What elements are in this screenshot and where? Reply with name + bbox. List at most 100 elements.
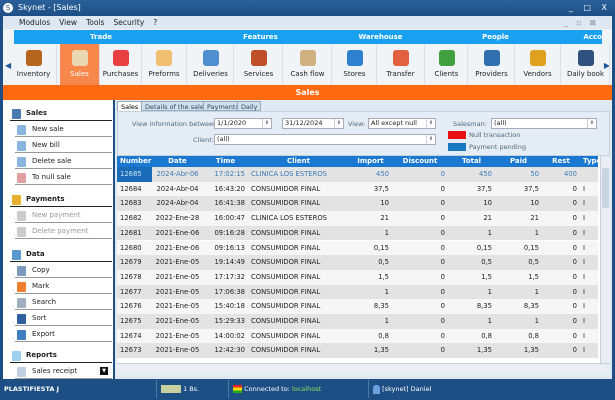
- table-row[interactable]: 12685 2024-Abr-06 17:02:15 CLINICA LOS ESTE…: [117, 167, 598, 182]
- view-select[interactable]: All except null ⬍: [368, 118, 436, 129]
- spinner-icon[interactable]: ⬍: [262, 119, 271, 128]
- date-to-field[interactable]: 31/12/2024 ⬍: [282, 118, 344, 129]
- spinner-icon[interactable]: ⬍: [426, 119, 435, 128]
- table-row[interactable]: 12673 2021-Ene-05 12:42:30 CONSUMIDOR FINAL…: [117, 343, 598, 359]
- cell-date: 2024-Abr-06: [156, 170, 199, 178]
- table-row[interactable]: 12677 2021-Ene-05 17:06:38 CONSUMIDOR FINAL…: [117, 284, 598, 300]
- menu-help[interactable]: ?: [153, 18, 157, 27]
- salesman-select[interactable]: (all) ⬍: [491, 118, 597, 129]
- menu-security[interactable]: Security: [113, 18, 144, 27]
- cell-client: CONSUMIDOR FINAL: [251, 302, 321, 311]
- export-button[interactable]: Export: [15, 327, 112, 342]
- cell-paid: 1,5: [528, 272, 539, 281]
- dropdown-icon[interactable]: ▼: [100, 367, 108, 375]
- table-header: Number Date Time Client Import Discount Total P…: [117, 156, 598, 167]
- mark-button[interactable]: Mark: [15, 279, 112, 294]
- column-header-paid[interactable]: Paid: [495, 156, 542, 167]
- scroll-thumb[interactable]: [602, 168, 609, 208]
- column-header-date[interactable]: Date: [152, 156, 203, 167]
- cell-type: [580, 167, 598, 182]
- column-header-number[interactable]: Number: [117, 156, 152, 167]
- ribbon-preforms[interactable]: Preforms: [142, 44, 187, 85]
- cell-import: 8,35: [373, 302, 389, 311]
- ribbon-services[interactable]: Services: [235, 44, 283, 85]
- cell-type: I: [583, 228, 586, 237]
- table-row[interactable]: 12678 2021-Ene-05 17:17:32 CONSUMIDOR FINAL…: [117, 269, 598, 285]
- copy-button[interactable]: Copy: [15, 263, 112, 278]
- table-row[interactable]: 12676 2021-Ene-05 15:40:18 CONSUMIDOR FINAL…: [117, 299, 598, 314]
- cell-import: 1: [384, 287, 389, 296]
- new-sale-button[interactable]: New sale: [15, 122, 112, 137]
- group-warehouse: Warehouse: [358, 33, 403, 41]
- cell-client: CONSUMIDOR FINAL: [251, 243, 321, 252]
- ribbon-daily-book[interactable]: Daily book: [562, 44, 610, 85]
- column-header-import[interactable]: Import: [349, 156, 392, 167]
- main-area: Sales Details of the sale Payments Daily…: [115, 100, 612, 379]
- tab-daily[interactable]: Daily: [237, 101, 262, 111]
- cell-import: 10: [380, 199, 389, 208]
- horizontal-scrollbar[interactable]: [117, 363, 610, 375]
- data-icon: [12, 250, 21, 260]
- ribbon-stores[interactable]: Stores: [333, 44, 377, 85]
- column-header-rest[interactable]: Rest: [542, 156, 580, 167]
- table-row[interactable]: 12683 2024-Abr-04 16:41:38 CONSUMIDOR FINAL…: [117, 196, 598, 212]
- cell-import: 0,5: [378, 258, 389, 267]
- cell-client: CONSUMIDOR FINAL: [251, 258, 321, 267]
- table-row[interactable]: 12684 2024-Abr-04 16:43:20 CONSUMIDOR FINAL…: [117, 181, 598, 197]
- menu-modulos[interactable]: Modulos: [19, 18, 50, 27]
- sort-button[interactable]: Sort: [15, 311, 112, 326]
- cell-import: 0,8: [378, 331, 389, 340]
- ribbon-purchases[interactable]: Purchases: [100, 44, 142, 85]
- sales-receipt-button[interactable]: Sales receipt ▼: [15, 364, 112, 379]
- cell-date: 2021-Ene-06: [155, 243, 200, 252]
- column-header-discount[interactable]: Discount: [392, 156, 448, 167]
- column-header-client[interactable]: Client: [248, 156, 349, 167]
- new-payment-button[interactable]: New payment: [15, 208, 112, 223]
- ribbon-providers[interactable]: Providers: [469, 44, 515, 85]
- table-row[interactable]: 12674 2021-Ene-05 14:00:02 CONSUMIDOR FINAL…: [117, 328, 598, 344]
- cell-discount: 0: [440, 214, 445, 223]
- date-from-field[interactable]: 1/1/2020 ⬍: [214, 118, 272, 129]
- cell-number: 12673: [120, 346, 142, 355]
- delete-payment-button[interactable]: Delete payment: [15, 224, 112, 239]
- new-bill-button[interactable]: New bill: [15, 138, 112, 153]
- tab-details-of-the-sale[interactable]: Details of the sale: [141, 101, 208, 111]
- spinner-icon[interactable]: ⬍: [334, 119, 343, 128]
- menu-tools[interactable]: Tools: [86, 18, 104, 27]
- client-select[interactable]: (all) ⬍: [214, 134, 436, 145]
- cell-rest: 0: [572, 184, 577, 193]
- spinner-icon[interactable]: ⬍: [587, 119, 596, 128]
- column-header-total[interactable]: Total: [448, 156, 495, 167]
- menu-bar: Modulos View Tools Security? _ ▫ ⊠: [3, 16, 612, 29]
- mdi-controls[interactable]: _ ▫ ⊠: [564, 16, 599, 29]
- to-null-sale-button[interactable]: To null sale: [15, 170, 112, 185]
- table-row[interactable]: 12682 2022-Ene-28 16:00:47 CLINICA LOS ESTE…: [117, 211, 598, 226]
- menu-view[interactable]: View: [59, 18, 77, 27]
- table-row[interactable]: 12675 2021-Ene-05 15:29:33 CONSUMIDOR FINAL…: [117, 314, 598, 329]
- column-header-type[interactable]: Type: [580, 156, 598, 167]
- window-controls[interactable]: _ □ X: [569, 0, 611, 16]
- cell-time: 14:00:02: [214, 331, 245, 340]
- ribbon-cash-flow[interactable]: Cash flow: [284, 44, 332, 85]
- table-row[interactable]: 12681 2021-Ene-06 09:16:28 CONSUMIDOR FINAL…: [117, 225, 598, 241]
- ribbon-deliveries[interactable]: Deliveries: [188, 44, 234, 85]
- ribbon-inventory[interactable]: Inventory: [11, 44, 57, 85]
- column-header-time[interactable]: Time: [203, 156, 248, 167]
- ribbon-transfer[interactable]: Transfer: [377, 44, 425, 85]
- reports-icon: [12, 351, 21, 361]
- cell-number: 12683: [120, 199, 142, 208]
- cell-rest: 0: [572, 199, 577, 208]
- ribbon-vendors[interactable]: Vendors: [515, 44, 561, 85]
- delete-sale-button[interactable]: Delete sale: [15, 154, 112, 169]
- search-button[interactable]: Search: [15, 295, 112, 310]
- cell-client: CLINICA LOS ESTEROS: [251, 214, 327, 223]
- vertical-scrollbar[interactable]: [600, 156, 610, 363]
- ribbon-clients[interactable]: Clients: [426, 44, 468, 85]
- tab-sales[interactable]: Sales: [117, 101, 143, 111]
- between-label: View information between:: [132, 120, 220, 128]
- table-row[interactable]: 12680 2021-Ene-06 09:16:13 CONSUMIDOR FINAL…: [117, 240, 598, 256]
- table-row[interactable]: 12679 2021-Ene-05 19:14:49 CONSUMIDOR FINAL…: [117, 255, 598, 270]
- ribbon-sales[interactable]: Sales: [60, 44, 100, 85]
- cell-total: 21: [483, 214, 492, 223]
- spinner-icon[interactable]: ⬍: [426, 135, 435, 144]
